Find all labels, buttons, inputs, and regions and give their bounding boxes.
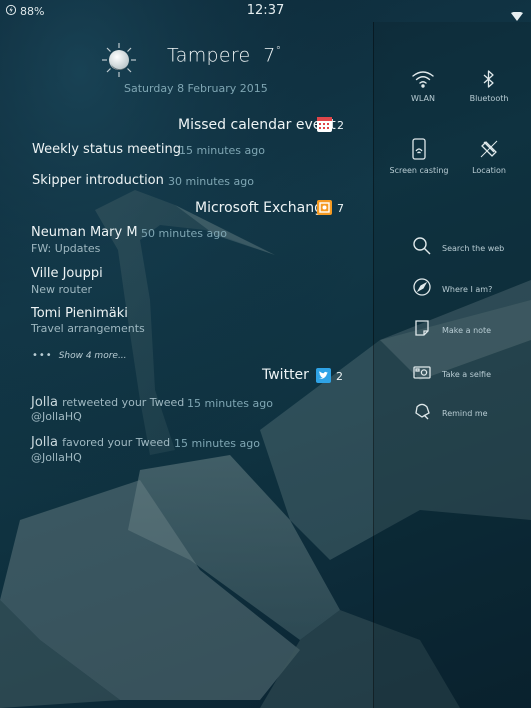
take-selfie-action[interactable]: Take a selfie <box>412 362 491 386</box>
show-more-label: Show 4 more... <box>58 351 127 361</box>
tweet-handle: @JollaHQ <box>31 451 82 464</box>
calendar-icon <box>317 117 332 132</box>
email-subject: Travel arrangements <box>31 322 145 335</box>
remind-me-action[interactable]: Remind me <box>412 401 488 425</box>
bluetooth-icon <box>449 70 529 88</box>
email-time: 50 minutes ago <box>141 227 227 240</box>
take-selfie-label: Take a selfie <box>442 369 491 379</box>
exchange-icon <box>317 200 332 215</box>
tweet-time: 15 minutes ago <box>174 437 260 450</box>
bluetooth-label: Bluetooth <box>469 94 509 103</box>
clock: 12:37 <box>246 3 285 18</box>
compass-icon <box>412 277 432 301</box>
tweet-author: Jolla <box>31 435 58 450</box>
twitter-group-title[interactable]: Twitter <box>262 367 309 383</box>
exchange-group-title[interactable]: Microsoft Exchange <box>195 200 332 216</box>
make-note-action[interactable]: Make a note <box>412 318 491 342</box>
tweet-notification[interactable]: Jolla favored your Tweed <box>31 435 170 450</box>
calendar-item-title[interactable]: Skipper introduction <box>32 173 164 188</box>
exchange-count: 7 <box>337 202 344 215</box>
email-sender[interactable]: Ville Jouppi <box>31 266 103 281</box>
screen-cast-icon <box>379 138 459 160</box>
reminder-icon <box>412 401 432 425</box>
twitter-count: 2 <box>336 370 343 383</box>
tweet-action: retweeted your Tweed <box>62 396 185 409</box>
note-icon <box>412 318 432 342</box>
calendar-item-time: 15 minutes ago <box>179 144 265 157</box>
status-bar: 88% 12:37 <box>0 0 531 22</box>
weather-location-temp[interactable]: Tampere 7° <box>167 44 281 66</box>
degree-symbol: ° <box>275 44 282 57</box>
search-web-label: Search the web <box>442 243 505 253</box>
tweet-author: Jolla <box>31 395 58 410</box>
search-icon <box>412 236 432 260</box>
location-toggle[interactable]: Location <box>449 138 529 175</box>
calendar-item-title[interactable]: Weekly status meeting <box>32 142 181 157</box>
remind-me-label: Remind me <box>442 408 488 418</box>
tweet-handle: @JollaHQ <box>31 410 82 423</box>
weather-sunny-icon <box>101 42 137 78</box>
where-am-i-action[interactable]: Where I am? <box>412 277 492 301</box>
location-label: Location <box>472 166 506 175</box>
screen-casting-toggle[interactable]: Screen casting <box>379 138 459 175</box>
email-subject: New router <box>31 283 93 296</box>
twitter-icon <box>316 368 331 383</box>
camera-icon <box>412 362 432 386</box>
where-am-i-label: Where I am? <box>442 284 493 294</box>
location-icon <box>449 138 529 160</box>
weather-city: Tampere <box>167 44 251 67</box>
panel-divider <box>373 22 374 708</box>
tweet-notification[interactable]: Jolla retweeted your Tweed <box>31 395 184 410</box>
search-web-action[interactable]: Search the web <box>412 236 504 260</box>
tweet-action: favored your Tweed <box>62 436 171 449</box>
email-subject: FW: Updates <box>31 242 101 255</box>
calendar-item-time: 30 minutes ago <box>168 175 254 188</box>
wifi-signal-icon <box>511 6 523 25</box>
tweet-time: 15 minutes ago <box>187 397 273 410</box>
show-more-link[interactable]: ••• Show 4 more... <box>32 350 127 361</box>
email-sender[interactable]: Neuman Mary M <box>31 225 138 240</box>
weather-temperature: 7 <box>263 44 276 67</box>
email-sender[interactable]: Tomi Pienimäki <box>31 306 128 321</box>
bluetooth-toggle[interactable]: Bluetooth <box>449 70 529 103</box>
screen-casting-label: Screen casting <box>389 166 449 175</box>
calendar-group-title[interactable]: Missed calendar event <box>178 117 336 133</box>
make-note-label: Make a note <box>442 325 492 335</box>
weather-date: Saturday 8 February 2015 <box>124 82 268 95</box>
calendar-count: 2 <box>337 119 344 132</box>
more-dots-icon: ••• <box>32 350 53 361</box>
